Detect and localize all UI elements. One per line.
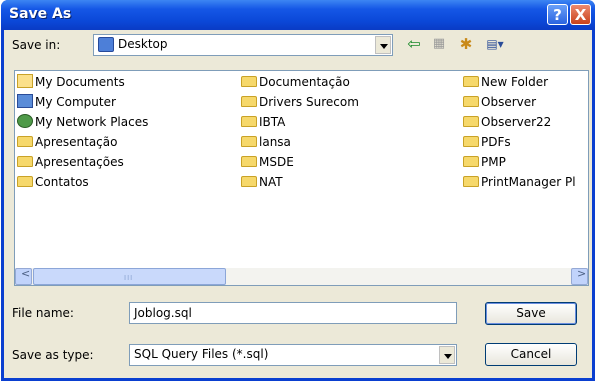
scroll-thumb[interactable]: III: [33, 268, 226, 285]
list-item[interactable]: IBTA: [241, 113, 285, 131]
my-computer-icon: [17, 94, 33, 108]
list-item[interactable]: MSDE: [241, 153, 294, 171]
save-as-type-combo[interactable]: SQL Query Files (*.sql): [129, 344, 457, 366]
window-title: Save As: [9, 6, 72, 22]
scroll-right-button[interactable]: >: [571, 267, 588, 285]
list-item[interactable]: Observer: [463, 93, 536, 111]
grip-icon: III: [124, 274, 134, 282]
network-places-icon: [17, 114, 33, 128]
save-in-value: Desktop: [118, 37, 168, 51]
folder-icon: [463, 136, 479, 147]
list-item[interactable]: Observer22: [463, 113, 551, 131]
list-item[interactable]: Drivers Surecom: [241, 93, 359, 111]
folder-icon: [463, 76, 479, 87]
file-name-value: Joblog.sql: [134, 306, 192, 320]
list-item[interactable]: My Computer: [17, 93, 116, 111]
list-item[interactable]: Contatos: [17, 173, 89, 191]
list-item[interactable]: My Network Places: [17, 113, 148, 131]
folder-icon: [17, 156, 33, 167]
back-icon[interactable]: ⇦: [403, 34, 425, 54]
list-item[interactable]: NAT: [241, 173, 283, 191]
folder-icon: [17, 136, 33, 147]
folder-icon: [241, 136, 257, 147]
list-item[interactable]: PDFs: [463, 133, 511, 151]
folder-icon: [17, 176, 33, 187]
save-as-type-value: SQL Query Files (*.sql): [134, 347, 269, 361]
dialog-body: Save in: Desktop ⇦ ▦ ✱ ▤▾ My Documents M…: [4, 30, 592, 378]
list-item[interactable]: Documentação: [241, 73, 350, 91]
save-in-combo[interactable]: Desktop: [93, 34, 393, 56]
my-documents-icon: [17, 74, 33, 88]
folder-icon: [463, 96, 479, 107]
scroll-left-button[interactable]: <: [15, 267, 32, 285]
list-item[interactable]: Apresentações: [17, 153, 124, 171]
save-button[interactable]: Save: [485, 302, 577, 325]
desktop-icon: [98, 37, 114, 52]
chevron-down-icon[interactable]: [375, 36, 391, 54]
chevron-down-icon[interactable]: [439, 346, 455, 364]
folder-icon: [463, 156, 479, 167]
up-folder-icon[interactable]: ▦: [428, 34, 450, 54]
file-list[interactable]: My Documents My Computer My Network Plac…: [14, 70, 589, 286]
new-folder-icon[interactable]: ✱: [455, 34, 477, 54]
folder-icon: [463, 116, 479, 127]
cancel-button[interactable]: Cancel: [485, 343, 577, 366]
folder-icon: [241, 176, 257, 187]
folder-icon: [463, 176, 479, 187]
folder-icon: [241, 76, 257, 87]
list-item[interactable]: My Documents: [17, 73, 125, 91]
list-item[interactable]: Apresentação: [17, 133, 117, 151]
views-menu-icon[interactable]: ▤▾: [481, 34, 509, 54]
close-button[interactable]: X: [570, 4, 591, 25]
file-name-field[interactable]: Joblog.sql: [129, 302, 457, 324]
help-button[interactable]: ?: [547, 4, 568, 25]
folder-icon: [241, 116, 257, 127]
list-item[interactable]: New Folder: [463, 73, 548, 91]
folder-icon: [241, 156, 257, 167]
file-name-label: File name:: [12, 306, 74, 320]
title-bar[interactable]: Save As ? X: [1, 0, 595, 30]
list-item[interactable]: lansa: [241, 133, 291, 151]
list-item[interactable]: PrintManager Pl: [463, 173, 576, 191]
folder-icon: [241, 96, 257, 107]
save-in-label: Save in:: [12, 38, 61, 52]
save-as-dialog: Save As ? X Save in: Desktop ⇦ ▦ ✱ ▤▾ My…: [1, 0, 595, 381]
list-item[interactable]: PMP: [463, 153, 506, 171]
save-as-type-label: Save as type:: [12, 348, 94, 362]
horizontal-scrollbar[interactable]: < III >: [15, 267, 588, 285]
